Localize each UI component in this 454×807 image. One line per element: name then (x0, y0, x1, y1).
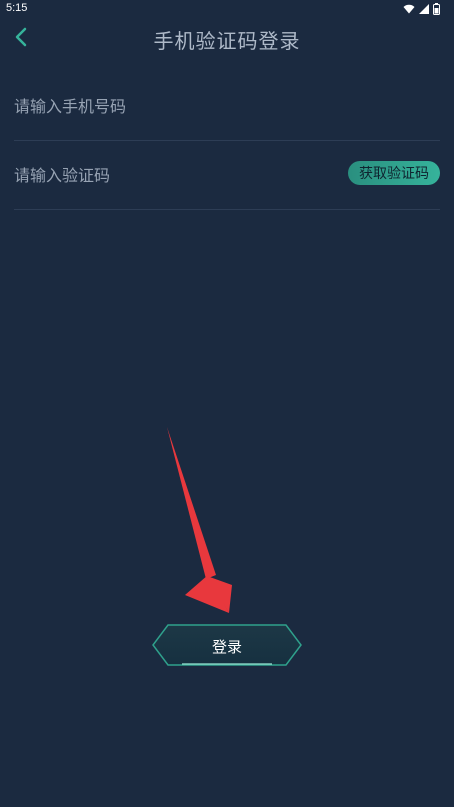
battery-icon (433, 3, 440, 15)
pointer-arrow (160, 425, 240, 615)
login-button[interactable]: 登录 (152, 624, 302, 666)
phone-input[interactable] (14, 92, 314, 120)
login-screen: 5:15 手机验证码登录 请输入手机号码 请输入验证码 获取验证码 登录 (0, 0, 454, 807)
phone-row (14, 72, 440, 141)
wifi-icon (403, 4, 415, 14)
status-time: 5:15 (6, 2, 28, 14)
status-bar: 5:15 (0, 0, 454, 20)
login-button-label: 登录 (211, 638, 242, 656)
signal-icon (419, 4, 429, 14)
page-title: 手机验证码登录 (153, 29, 301, 53)
get-code-button[interactable]: 获取验证码 (348, 161, 440, 185)
header: 手机验证码登录 (0, 20, 454, 60)
status-icons (403, 3, 440, 15)
code-row: 获取验证码 (14, 141, 440, 210)
verification-code-input[interactable] (14, 161, 314, 189)
